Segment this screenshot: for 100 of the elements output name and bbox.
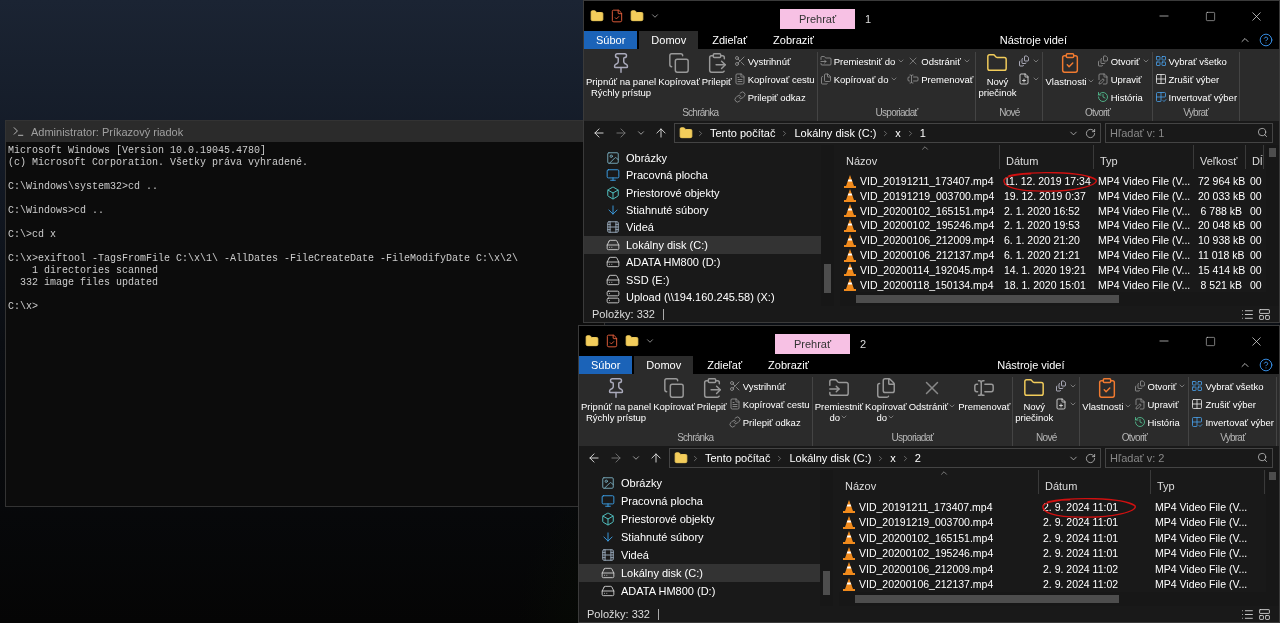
ribbon-button[interactable]: Vybrať všetko (1153, 52, 1239, 70)
ribbon-button[interactable]: Pripnúť na panel Rýchly prístup (580, 377, 653, 423)
nav-item[interactable]: Obrázky (579, 474, 820, 492)
console-line: 1 directories scanned (31, 265, 160, 277)
ribbon-tab[interactable]: Súbor (579, 356, 633, 374)
ribbon-button[interactable]: Kopírovať cestu (727, 395, 811, 413)
ribbon-button[interactable]: Premenovať (957, 377, 1012, 412)
nav-item[interactable]: Priestorové objekty (584, 183, 821, 202)
ribbon-button[interactable]: Upraviť (1132, 395, 1188, 413)
ribbon-button[interactable]: Invertovať výber (1153, 88, 1239, 106)
address-field[interactable]: Tento počítač Lokálny disk (C:) x 1 (674, 123, 1101, 143)
ribbon-button[interactable]: Upraviť (1095, 70, 1151, 88)
column-header[interactable]: Veľkosť (1194, 145, 1246, 169)
nav-item[interactable]: Pracovná plocha (584, 166, 821, 184)
breadcrumb[interactable]: x (888, 452, 898, 464)
ribbon-button[interactable]: Premenovať (906, 70, 975, 88)
ribbon-button[interactable]: Zrušiť výber (1153, 70, 1239, 88)
ribbon-button[interactable]: Odstrániť (907, 377, 958, 412)
ribbon-tab[interactable]: Zobraziť (756, 356, 821, 374)
file-name: VID_20200106_212137.mp4 (860, 249, 995, 261)
ribbon-button[interactable]: Vybrať všetko (1190, 377, 1275, 395)
ribbon-button[interactable]: Kopírovať (652, 377, 696, 412)
traffic-cone-icon (844, 218, 856, 232)
folder-icon (625, 334, 639, 348)
column-header[interactable]: Dátum (1039, 470, 1151, 494)
column-header[interactable]: Dĺ (1246, 145, 1264, 169)
ribbon-button[interactable]: Invertovať výber (1190, 413, 1275, 431)
ribbon-button[interactable]: Vystrihnúť (727, 377, 811, 395)
nav-item[interactable]: Videá (579, 546, 820, 564)
ribbon-button[interactable]: História (1132, 413, 1188, 431)
ribbon-button[interactable]: Kopírovať (657, 52, 701, 87)
search-field[interactable]: Hľadať v: 1 (1105, 123, 1273, 143)
ribbon-button[interactable]: Otvoriť (1132, 377, 1188, 395)
ribbon-tab[interactable]: Nástroje videí (985, 356, 1077, 374)
console-line: Microsoft Windows [Version 10.0.19045.4780] (8, 145, 268, 157)
nav-item[interactable]: Videá (584, 218, 821, 237)
refresh-icon (1085, 127, 1096, 139)
breadcrumb[interactable]: Lokálny disk (C:) (792, 127, 879, 139)
ribbon-button[interactable]: Nový priečinok (977, 52, 1018, 98)
ribbon-button[interactable]: Odstrániť (906, 52, 975, 70)
breadcrumb[interactable]: x (893, 127, 903, 139)
ribbon-button[interactable]: Zrušiť výber (1190, 395, 1275, 413)
column-header[interactable]: Dátum (1000, 145, 1094, 169)
nav-item[interactable]: Obrázky (584, 149, 821, 167)
file-name: VID_20200102_195246.mp4 (860, 219, 995, 232)
breadcrumb[interactable]: Lokálny disk (C:) (787, 452, 874, 464)
hard-drive-icon (606, 255, 620, 270)
tiles-view-icon (1258, 607, 1271, 621)
ribbon-tab[interactable]: Domov (634, 356, 694, 374)
ribbon-button[interactable]: Premiestniť do (818, 52, 907, 70)
nav-item[interactable]: Stiahnuté súbory (584, 201, 821, 219)
nav-item[interactable]: Lokálny disk (C:) (584, 236, 821, 254)
nav-item[interactable]: Lokálny disk (C:) (579, 564, 820, 582)
nav-item[interactable]: SSD (E:) (584, 271, 821, 289)
ribbon-button[interactable]: Kopírovať do (864, 377, 908, 423)
search-field[interactable]: Hľadať v: 2 (1105, 448, 1273, 468)
ribbon-button[interactable]: Kopírovať do (818, 70, 907, 88)
column-header[interactable]: Typ (1094, 145, 1194, 169)
ribbon-tab[interactable]: Súbor (584, 31, 638, 49)
nav-item[interactable]: ADATA HM800 (D:) (579, 582, 820, 600)
nav-item[interactable]: Stiahnuté súbory (579, 528, 820, 546)
nav-item[interactable]: Priestorové objekty (579, 510, 820, 528)
breadcrumb[interactable]: 2 (912, 452, 923, 464)
sort-caret-icon (938, 470, 949, 478)
ribbon-button[interactable]: Vlastnosti (1044, 52, 1096, 87)
ribbon-button[interactable]: História (1095, 88, 1151, 106)
table-cell-text: 6 788 kB (1199, 204, 1243, 217)
ribbon-button[interactable]: Prilepiť odkaz (732, 88, 816, 106)
ribbon-button[interactable]: Prilepiť (695, 377, 728, 412)
nav-item[interactable]: ADATA HM800 (D:) (584, 253, 821, 272)
ribbon-tab[interactable]: Zdieľať (700, 31, 760, 49)
ribbon-button[interactable]: Kopírovať cestu (732, 70, 816, 88)
breadcrumb[interactable]: Tento počítač (703, 452, 773, 464)
breadcrumb[interactable]: Tento počítač (708, 127, 778, 139)
ribbon-tab[interactable]: Zobraziť (761, 31, 826, 49)
column-header[interactable]: Názov (840, 145, 1000, 169)
column-header[interactable]: Názov (839, 470, 1039, 494)
monitor-icon (601, 494, 615, 508)
column-header[interactable]: Typ (1151, 470, 1265, 494)
ribbon-button[interactable]: Vystrihnúť (732, 52, 816, 70)
ribbon-tab[interactable]: Nástroje videí (987, 31, 1080, 49)
ribbon-button[interactable]: Pripnúť na panel Rýchly prístup (585, 52, 658, 98)
table-cell-text: MP4 Video File (V... (1097, 189, 1192, 202)
breadcrumb[interactable]: 1 (917, 127, 928, 139)
ribbon-tab[interactable]: Domov (639, 31, 699, 49)
file-name: VID_20200118_150134.mp4 (860, 278, 994, 291)
ribbon-tab[interactable]: Zdieľať (695, 356, 755, 374)
ribbon-button[interactable]: Otvoriť (1095, 52, 1151, 70)
ribbon-button[interactable]: Nový priečinok (1014, 377, 1055, 423)
history-icon (1096, 91, 1109, 103)
ribbon-button[interactable]: Prilepiť odkaz (727, 413, 811, 431)
window-title: Administrator: Príkazový riadok (31, 125, 184, 138)
nav-item[interactable]: Upload (\\194.160.245.58) (X:) (584, 288, 821, 306)
context-tab-label: Prehrať (780, 9, 855, 29)
ribbon-button[interactable]: Premiestniť do (813, 377, 865, 423)
ribbon-button[interactable]: Vlastnosti (1081, 377, 1133, 412)
address-field[interactable]: Tento počítač Lokálny disk (C:) x 2 (669, 448, 1101, 468)
nav-item[interactable]: Pracovná plocha (579, 492, 820, 510)
window-title: 1 (864, 13, 872, 27)
ribbon-button[interactable]: Prilepiť (700, 52, 733, 87)
